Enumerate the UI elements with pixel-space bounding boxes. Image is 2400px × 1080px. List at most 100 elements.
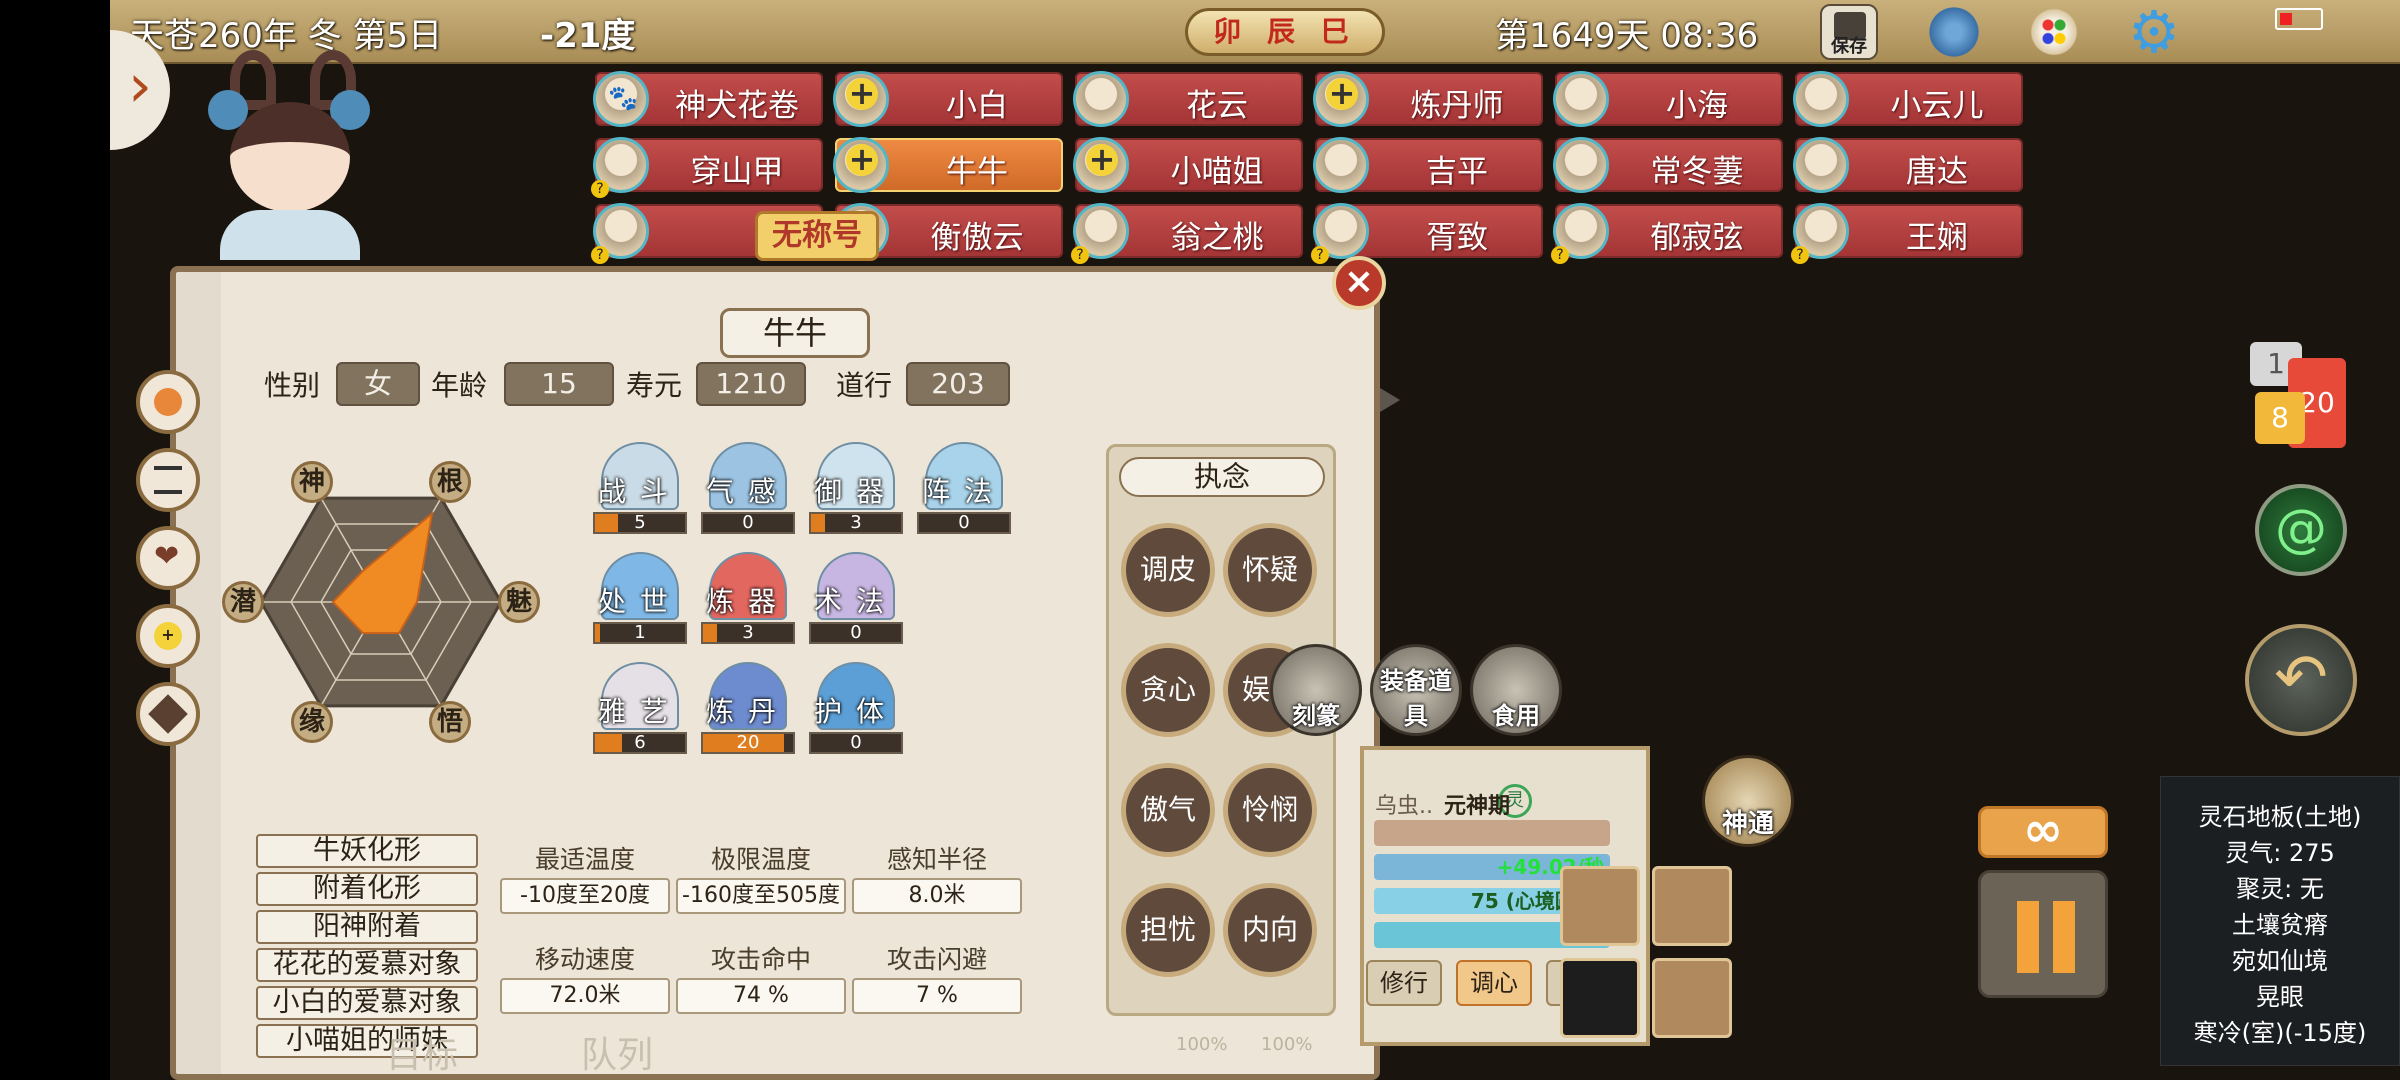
character-card[interactable]: 小海 — [1553, 71, 1783, 127]
action-label: 装备道具 — [1380, 667, 1452, 730]
skill-item[interactable]: 御器 3 — [807, 442, 905, 538]
character-card[interactable]: 炼丹师 — [1313, 71, 1543, 127]
character-card[interactable]: 吉平 — [1313, 137, 1543, 193]
close-icon[interactable]: × — [1332, 256, 1386, 310]
trait-item[interactable]: 小白的爱慕对象 — [256, 986, 478, 1020]
eat-action[interactable]: 食用 — [1470, 644, 1562, 736]
skill-name: 御器 — [813, 475, 898, 508]
item-label: 乌虫.. — [1375, 794, 1433, 819]
skill-item[interactable]: 炼丹 20 — [699, 662, 797, 758]
question-icon: ? — [591, 246, 609, 264]
character-name-label: 神犬花卷 — [675, 88, 799, 124]
tab-cultivate[interactable]: 修行 — [1366, 960, 1442, 1006]
skill-item[interactable]: 术法 0 — [807, 552, 905, 648]
obsession-button[interactable]: 怀疑 — [1223, 523, 1317, 617]
character-card[interactable]: 胥致? — [1311, 203, 1543, 264]
infinity-button[interactable]: ∞ — [1978, 806, 2108, 858]
skill-level-bar: 0 — [809, 732, 903, 754]
obsession-button[interactable]: 贪心 — [1121, 643, 1215, 737]
skill-name: 雅艺 — [597, 695, 682, 728]
equip-item-action[interactable]: 装备道具 — [1370, 644, 1462, 736]
skill-item[interactable]: 阵法 0 — [915, 442, 1013, 538]
skill-name: 术法 — [813, 585, 898, 618]
obsession-button[interactable]: 担忧 — [1121, 883, 1215, 977]
aptitude-label[interactable]: 潜 — [222, 581, 264, 623]
aptitude-label[interactable]: 悟 — [429, 700, 471, 743]
skill-item[interactable]: 战斗 5 — [591, 442, 689, 538]
tab-relations[interactable]: ❤ — [136, 526, 200, 590]
title-button[interactable]: 无称号 — [755, 211, 879, 261]
spirit-swirl-icon[interactable]: @ — [2255, 484, 2347, 576]
character-card[interactable]: 唐达 — [1793, 137, 2023, 193]
question-icon: ? — [591, 180, 609, 198]
collect-button[interactable] — [1652, 866, 1732, 946]
character-portrait — [190, 50, 390, 260]
notice-badge[interactable]: 8 — [2255, 392, 2305, 444]
character-avatar — [1553, 71, 1609, 127]
attribute-value: 72.0米 — [500, 978, 670, 1014]
skill-item[interactable]: 雅艺 6 — [591, 662, 689, 758]
character-name: 牛牛 — [720, 308, 870, 358]
character-card[interactable]: 穿山甲? — [591, 137, 823, 198]
skill-level-bar: 0 — [809, 622, 903, 644]
character-name-label: 小白 — [946, 88, 1008, 124]
skill-level-value: 20 — [736, 732, 760, 753]
palette-icon[interactable] — [2025, 4, 2083, 60]
skill-level-value: 3 — [742, 622, 754, 643]
character-card[interactable]: 小云儿 — [1793, 71, 2023, 127]
time-period-dial[interactable]: 卯 辰 巳 — [1185, 8, 1385, 56]
character-card[interactable]: 王娴? — [1791, 203, 2023, 264]
skill-item[interactable]: 炼器 3 — [699, 552, 797, 648]
skill-item[interactable]: 处世 1 — [591, 552, 689, 648]
skill-item[interactable]: 气感 0 — [699, 442, 797, 538]
obsession-button[interactable]: 怜悯 — [1223, 763, 1317, 857]
tab-adjust-mind[interactable]: 调心 — [1456, 960, 1532, 1006]
tab-avatar[interactable] — [136, 370, 200, 434]
character-card[interactable]: 牛牛 — [833, 137, 1063, 193]
character-card[interactable]: 花云 — [1073, 71, 1303, 127]
divine-power-button[interactable]: 神通 — [1702, 755, 1794, 847]
character-name-label: 胥致 — [1426, 220, 1488, 256]
tab-equipment[interactable] — [136, 682, 200, 746]
tile-info-line: 寒冷(室)(-15度) — [2193, 1019, 2367, 1047]
tab-cultivation[interactable]: + — [136, 604, 200, 668]
day-time-display: 第1649天 08:36 — [1495, 16, 1759, 56]
trait-item[interactable]: 花花的爱慕对象 — [256, 948, 478, 982]
tile-info-line: 晃眼 — [2256, 983, 2304, 1011]
screen-edge — [0, 0, 110, 1080]
trait-item[interactable]: 牛妖化形 — [256, 834, 478, 868]
trait-item[interactable]: 附着化形 — [256, 872, 478, 906]
meditate-button[interactable] — [1560, 958, 1640, 1038]
attribute-label: 攻击闪避 — [886, 945, 987, 974]
obsession-button[interactable]: 调皮 — [1121, 523, 1215, 617]
gear-icon[interactable]: ⚙ — [2125, 3, 2183, 61]
obsession-button[interactable]: 内向 — [1223, 883, 1317, 977]
percent-label: 100% — [1176, 1034, 1228, 1055]
engrave-action[interactable]: 刻篆 — [1270, 644, 1362, 736]
queue-tab[interactable]: 队列 — [581, 1026, 653, 1078]
list-icon — [154, 466, 182, 494]
trait-item[interactable]: 阳神附着 — [256, 910, 478, 944]
obsession-button[interactable]: 傲气 — [1121, 763, 1215, 857]
aptitude-label[interactable]: 缘 — [291, 700, 333, 743]
pause-button[interactable] — [1978, 870, 2108, 998]
character-card[interactable]: 翁之桃? — [1071, 203, 1303, 264]
aptitude-label[interactable]: 魅 — [498, 581, 540, 623]
sword-build-button[interactable] — [1560, 866, 1640, 946]
compass-icon[interactable] — [1925, 4, 1983, 60]
age-value: 15 — [504, 362, 614, 406]
skill-name: 气感 — [705, 475, 790, 508]
cancel-hand-button[interactable] — [1652, 958, 1732, 1038]
character-name-label: 炼丹师 — [1410, 88, 1504, 124]
character-card[interactable]: 神犬花卷 — [593, 71, 823, 127]
tab-info[interactable] — [136, 448, 200, 512]
target-tab[interactable]: 目标 — [386, 1026, 458, 1078]
character-card[interactable]: 常冬萋 — [1553, 137, 1783, 193]
save-button[interactable]: 保存 — [1820, 4, 1878, 60]
back-arrow-icon[interactable]: ↶ — [2245, 624, 2357, 736]
character-card[interactable]: 小喵姐 — [1073, 137, 1303, 193]
character-card[interactable]: 小白 — [833, 71, 1063, 127]
character-card[interactable]: 郁寂弦? — [1551, 203, 1783, 264]
skill-item[interactable]: 护体 0 — [807, 662, 905, 758]
tile-info-line: 灵石地板(土地) — [2198, 803, 2362, 831]
